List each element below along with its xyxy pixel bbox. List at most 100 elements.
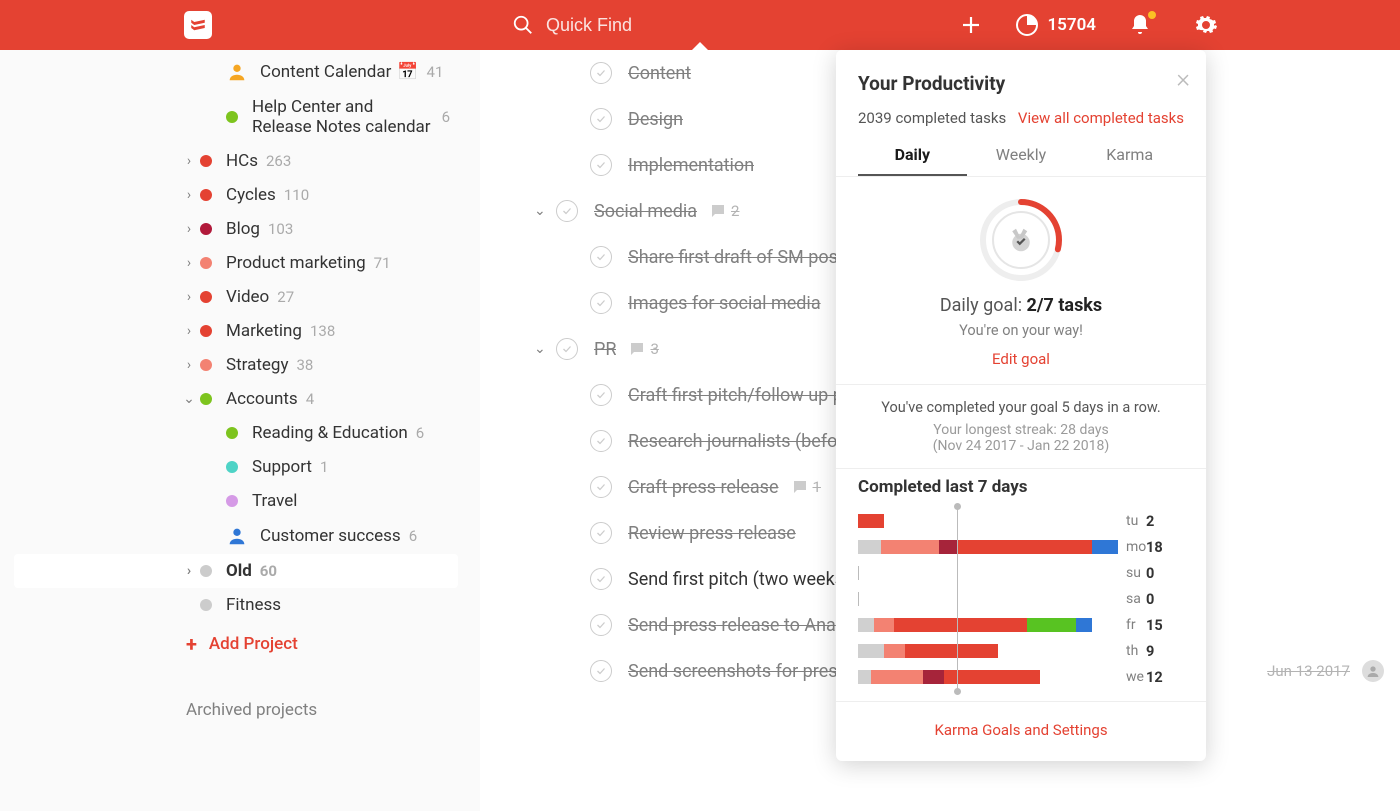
search[interactable] [512, 14, 832, 36]
sidebar-item[interactable]: ›Strategy38 [14, 348, 458, 382]
karma-settings-link[interactable]: Karma Goals and Settings [934, 721, 1107, 739]
sidebar-item[interactable]: ›Marketing138 [14, 314, 458, 348]
task-title: Social media [594, 201, 697, 222]
settings-button[interactable] [1184, 13, 1228, 37]
task-checkbox[interactable] [590, 154, 612, 176]
notifications-button[interactable] [1118, 13, 1162, 37]
chart-bar-row: we12 [858, 665, 1184, 689]
chart-day-label: we [1118, 669, 1146, 685]
task-checkbox[interactable] [590, 384, 612, 406]
task-checkbox[interactable] [590, 660, 612, 682]
sidebar-item[interactable]: ›Old60 [14, 554, 458, 588]
archived-projects-link[interactable]: Archived projects [0, 666, 480, 720]
close-button[interactable]: × [1176, 64, 1190, 94]
sidebar-item-count: 138 [310, 322, 335, 340]
chart-bar-row: sa0 [858, 587, 1184, 611]
task-checkbox[interactable] [590, 430, 612, 452]
sidebar-item[interactable]: Fitness [14, 588, 458, 622]
project-color-dot [226, 495, 238, 507]
panel-title: Your Productivity [858, 72, 1184, 95]
sidebar-item-label: Accounts [226, 389, 298, 409]
sidebar-item-label: Blog [226, 219, 260, 239]
karma-score[interactable]: 15704 [1015, 13, 1096, 37]
task-title: Images for social media [628, 293, 821, 314]
sidebar-item[interactable]: ›Cycles110 [14, 178, 458, 212]
task-title: Craft first pitch/follow up pi [628, 385, 847, 406]
streak-info: You've completed your goal 5 days in a r… [858, 385, 1184, 468]
comment-count[interactable]: 1 [791, 478, 821, 496]
task-checkbox[interactable] [590, 62, 612, 84]
add-task-button[interactable] [949, 13, 993, 37]
project-color-dot [200, 599, 212, 611]
task-title: Share first draft of SM posts [628, 247, 853, 268]
sidebar-item-label: Fitness [226, 595, 281, 615]
tab-weekly[interactable]: Weekly [967, 145, 1076, 176]
chart-bar-row: su0 [858, 561, 1184, 585]
task-title: PR [594, 339, 616, 360]
sidebar-item[interactable]: Help Center and Release Notes calendar6 [14, 90, 458, 144]
assignee-avatar[interactable] [1362, 660, 1384, 682]
plus-icon: + [186, 632, 197, 656]
task-checkbox[interactable] [590, 108, 612, 130]
app-logo[interactable] [184, 11, 212, 39]
sidebar-item[interactable]: ›HCs263 [14, 144, 458, 178]
sidebar-item[interactable]: ›Product marketing71 [14, 246, 458, 280]
task-title: Content [628, 63, 691, 84]
sidebar-item[interactable]: ›Blog103 [14, 212, 458, 246]
notification-dot [1148, 11, 1156, 19]
task-checkbox[interactable] [590, 292, 612, 314]
chart-day-value: 15 [1146, 617, 1172, 634]
comment-count[interactable]: 2 [709, 202, 739, 220]
chart-bar-row: mo18 [858, 535, 1184, 559]
add-project-button[interactable]: + Add Project [0, 622, 480, 666]
sidebar-item-label: Travel [252, 491, 297, 511]
chevron-icon: ⌄ [178, 391, 200, 407]
sidebar-item-count: 6 [416, 424, 424, 442]
task-checkbox[interactable] [590, 246, 612, 268]
chart-bar-row: fr15 [858, 613, 1184, 637]
task-checkbox[interactable] [556, 338, 578, 360]
sidebar-item-label: Cycles [226, 185, 276, 205]
view-all-link[interactable]: View all completed tasks [1018, 109, 1184, 127]
task-title: Research journalists (before [628, 431, 853, 452]
task-checkbox[interactable] [590, 614, 612, 636]
sidebar-item-count: 27 [277, 288, 294, 306]
task-checkbox[interactable] [590, 522, 612, 544]
person-icon [226, 61, 248, 83]
project-color-dot [200, 257, 212, 269]
sidebar-item[interactable]: ›Video27 [14, 280, 458, 314]
comment-count[interactable]: 3 [628, 340, 658, 358]
tab-karma[interactable]: Karma [1075, 145, 1184, 176]
chart-day-value: 9 [1146, 643, 1172, 660]
goal-subtext: You're on your way! [858, 322, 1184, 339]
task-date: Jun 13 2017 [1267, 662, 1350, 680]
sidebar-item[interactable]: Support1 [14, 450, 458, 484]
completed-tasks-count: 2039 completed tasks [858, 109, 1006, 127]
chevron-icon: › [178, 289, 200, 305]
search-input[interactable] [546, 15, 766, 36]
task-checkbox[interactable] [556, 200, 578, 222]
task-title: Implementation [628, 155, 754, 176]
task-checkbox[interactable] [590, 568, 612, 590]
sidebar-item[interactable]: Content Calendar📅41 [14, 54, 458, 90]
project-color-dot [200, 189, 212, 201]
sidebar-item[interactable]: Reading & Education6 [14, 416, 458, 450]
medal-icon [1006, 225, 1036, 255]
task-checkbox[interactable] [590, 476, 612, 498]
chevron-icon: › [178, 255, 200, 271]
task-title: Review press release [628, 523, 796, 544]
tab-daily[interactable]: Daily [858, 145, 967, 176]
chevron-down-icon[interactable]: ⌄ [534, 203, 556, 219]
goal-progress-ring [978, 197, 1064, 283]
sidebar-item[interactable]: Travel [14, 484, 458, 518]
sidebar-item[interactable]: Customer success6 [14, 518, 458, 554]
project-color-dot [226, 111, 238, 123]
chevron-down-icon[interactable]: ⌄ [534, 341, 556, 357]
sidebar-item-label: Old [226, 561, 252, 581]
sidebar-item[interactable]: ⌄Accounts4 [14, 382, 458, 416]
goal-threshold-line [957, 505, 958, 693]
edit-goal-link[interactable]: Edit goal [992, 350, 1050, 368]
chart-day-value: 18 [1146, 539, 1172, 556]
chevron-icon: › [178, 153, 200, 169]
sidebar-item-label: Marketing [226, 321, 302, 341]
